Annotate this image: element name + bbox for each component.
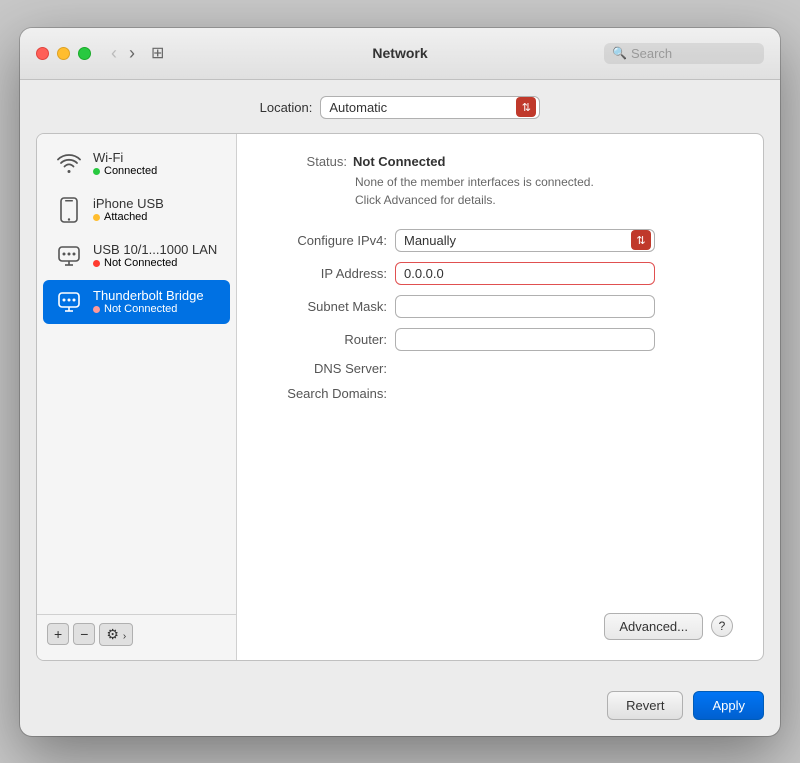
right-panel: Status: Not Connected None of the member… <box>237 134 763 660</box>
gear-button[interactable]: ⚙ › <box>99 623 133 646</box>
window-bottom: Revert Apply <box>20 677 780 736</box>
search-input[interactable] <box>631 46 756 61</box>
gear-icon: ⚙ <box>106 626 119 642</box>
ip-address-input[interactable] <box>395 262 655 285</box>
search-icon: 🔍 <box>612 46 627 60</box>
router-row: Router: <box>267 328 733 351</box>
traffic-lights <box>36 47 91 60</box>
network-window: ‹ › ⊞ Network 🔍 Location: Automatic <box>20 28 780 736</box>
titlebar: ‹ › ⊞ Network 🔍 <box>20 28 780 80</box>
thunderbolt-info: Thunderbolt Bridge Not Connected <box>93 288 204 315</box>
usb-lan-status-dot <box>93 260 100 267</box>
wifi-icon <box>55 150 83 178</box>
panel-bottom: Advanced... ? <box>267 597 733 640</box>
router-input[interactable] <box>395 328 655 351</box>
dns-server-label: DNS Server: <box>267 361 387 376</box>
iphone-usb-info: iPhone USB Attached <box>93 196 164 223</box>
location-select-wrapper: Automatic <box>320 96 540 119</box>
usb-lan-name: USB 10/1...1000 LAN <box>93 242 217 257</box>
subnet-mask-input[interactable] <box>395 295 655 318</box>
revert-button[interactable]: Revert <box>607 691 683 720</box>
back-button[interactable]: ‹ <box>107 42 121 64</box>
location-select[interactable]: Automatic <box>320 96 540 119</box>
iphone-usb-status-dot <box>93 214 100 221</box>
window-title: Network <box>372 45 427 61</box>
subnet-mask-label: Subnet Mask: <box>267 299 387 314</box>
usb-lan-info: USB 10/1...1000 LAN Not Connected <box>93 242 217 269</box>
configure-ipv4-row: Configure IPv4: Manually <box>267 229 733 252</box>
sidebar-item-usb-lan[interactable]: USB 10/1...1000 LAN Not Connected <box>43 234 230 278</box>
thunderbolt-icon <box>55 288 83 316</box>
configure-ipv4-wrapper: Manually <box>395 229 655 252</box>
search-domains-label: Search Domains: <box>267 386 387 401</box>
status-section: Status: Not Connected None of the member… <box>267 154 733 209</box>
remove-network-button[interactable]: − <box>73 623 95 645</box>
sidebar-actions: + − ⚙ › <box>37 614 236 654</box>
nav-buttons: ‹ › <box>107 42 139 64</box>
thunderbolt-name: Thunderbolt Bridge <box>93 288 204 303</box>
sidebar-item-wifi[interactable]: Wi-Fi Connected <box>43 142 230 186</box>
sidebar-item-thunderbolt[interactable]: Thunderbolt Bridge Not Connected <box>43 280 230 324</box>
router-label: Router: <box>267 332 387 347</box>
network-sidebar: Wi-Fi Connected <box>37 134 237 660</box>
dns-server-row: DNS Server: <box>267 361 733 376</box>
status-value: Not Connected <box>353 154 445 169</box>
main-panel: Wi-Fi Connected <box>36 133 764 661</box>
wifi-status-dot <box>93 168 100 175</box>
ip-address-row: IP Address: <box>267 262 733 285</box>
add-network-button[interactable]: + <box>47 623 69 645</box>
ip-address-label: IP Address: <box>267 266 387 281</box>
usb-lan-status: Not Connected <box>93 257 217 269</box>
location-label: Location: <box>260 100 313 115</box>
forward-button[interactable]: › <box>125 42 139 64</box>
titlebar-search[interactable]: 🔍 <box>604 43 764 64</box>
wifi-status: Connected <box>93 165 157 177</box>
help-button[interactable]: ? <box>711 615 733 637</box>
advanced-button[interactable]: Advanced... <box>604 613 703 640</box>
wifi-info: Wi-Fi Connected <box>93 150 157 177</box>
iphone-usb-status: Attached <box>93 211 164 223</box>
grid-icon[interactable]: ⊞ <box>151 43 164 63</box>
sidebar-item-iphone-usb[interactable]: iPhone USB Attached <box>43 188 230 232</box>
minimize-button[interactable] <box>57 47 70 60</box>
gear-chevron-icon: › <box>123 631 126 642</box>
subnet-mask-row: Subnet Mask: <box>267 295 733 318</box>
status-row: Status: Not Connected <box>267 154 733 169</box>
close-button[interactable] <box>36 47 49 60</box>
location-row: Location: Automatic <box>36 96 764 119</box>
thunderbolt-status-dot <box>93 306 100 313</box>
form-section: Configure IPv4: Manually IP Address: <box>267 229 733 401</box>
maximize-button[interactable] <box>78 47 91 60</box>
content-area: Location: Automatic <box>20 80 780 677</box>
ethernet-icon-usb <box>55 242 83 270</box>
wifi-name: Wi-Fi <box>93 150 157 165</box>
apply-button[interactable]: Apply <box>693 691 764 720</box>
search-domains-row: Search Domains: <box>267 386 733 401</box>
configure-ipv4-select[interactable]: Manually <box>395 229 655 252</box>
thunderbolt-status: Not Connected <box>93 303 204 315</box>
configure-ipv4-label: Configure IPv4: <box>267 233 387 248</box>
iphone-usb-name: iPhone USB <box>93 196 164 211</box>
status-label: Status: <box>267 154 347 169</box>
status-description: None of the member interfaces is connect… <box>355 173 733 209</box>
phone-icon <box>55 196 83 224</box>
